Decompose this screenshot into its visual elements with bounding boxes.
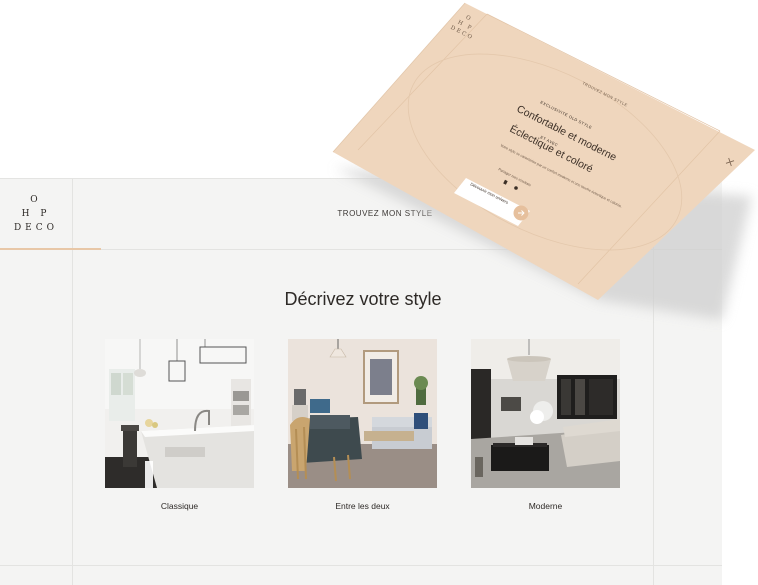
stage: O H P DECO TROUVEZ MON STYLE Décrivez vo… [0,0,758,585]
result-card-layer: O H P DECO TROUVEZ MON STYLE EXCLUSIVITÉ… [0,0,758,585]
share-pinterest-icon[interactable] [514,186,518,190]
result-card: O H P DECO TROUVEZ MON STYLE EXCLUSIVITÉ… [332,2,755,320]
